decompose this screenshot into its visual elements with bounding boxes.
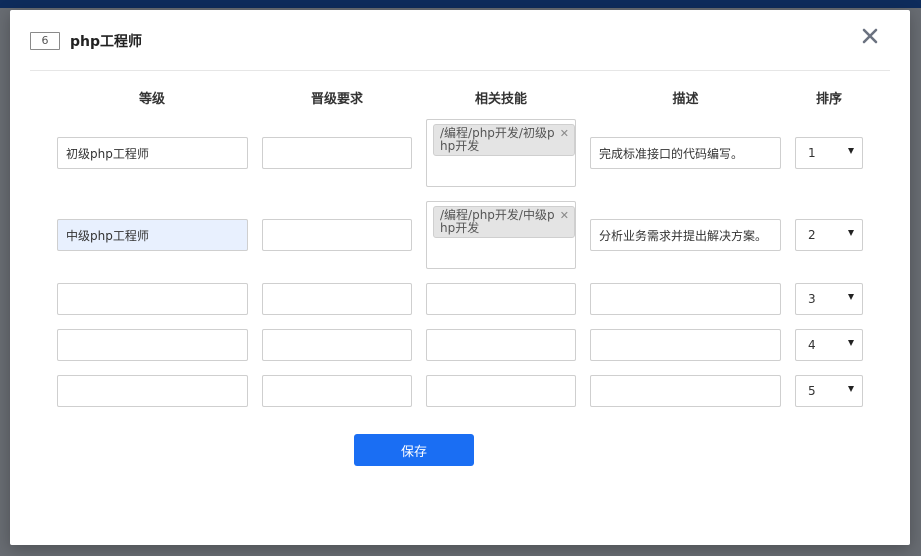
description-input[interactable] xyxy=(590,375,781,407)
header-description: 描述 xyxy=(672,92,699,107)
tag-remove-icon[interactable]: ✕ xyxy=(560,127,569,140)
level-input[interactable] xyxy=(57,329,248,361)
description-input[interactable] xyxy=(590,329,781,361)
skill-tag-label: /编程/php开发/中级php开发 xyxy=(440,208,555,235)
requirement-input[interactable] xyxy=(262,329,412,361)
order-select[interactable]: 4 xyxy=(795,329,863,361)
order-select[interactable]: 1 xyxy=(795,137,863,169)
order-select-value: 2 xyxy=(808,228,816,242)
description-input[interactable] xyxy=(590,283,781,315)
close-button[interactable] xyxy=(858,24,882,48)
order-select-value: 1 xyxy=(808,146,816,160)
order-select-value: 5 xyxy=(808,384,816,398)
skill-tag: /编程/php开发/中级php开发 ✕ xyxy=(433,206,575,238)
order-select-value: 4 xyxy=(808,338,816,352)
header-skills: 相关技能 xyxy=(474,92,527,107)
order-select[interactable]: 5 xyxy=(795,375,863,407)
order-select-value: 3 xyxy=(808,292,816,306)
header-divider xyxy=(30,70,890,71)
modal-header: 6 php工程师 xyxy=(30,30,142,52)
header-level: 等级 xyxy=(138,92,165,107)
level-input[interactable] xyxy=(57,283,248,315)
level-input[interactable]: 中级php工程师 xyxy=(57,219,248,251)
skills-tag-input[interactable] xyxy=(426,283,576,315)
chevron-down-icon xyxy=(848,230,854,236)
skill-tag: /编程/php开发/初级php开发 ✕ xyxy=(433,124,575,156)
skills-tag-input[interactable] xyxy=(426,375,576,407)
header-requirement: 晋级要求 xyxy=(310,92,363,107)
modal-id-badge: 6 xyxy=(30,32,60,50)
skill-tag-label: /编程/php开发/初级php开发 xyxy=(440,126,555,153)
tag-remove-icon[interactable]: ✕ xyxy=(560,209,569,222)
requirement-input[interactable] xyxy=(262,137,412,169)
requirement-input[interactable] xyxy=(262,283,412,315)
level-input[interactable] xyxy=(57,375,248,407)
skills-tag-input[interactable]: /编程/php开发/初级php开发 ✕ xyxy=(426,119,576,187)
chevron-down-icon xyxy=(848,294,854,300)
skills-tag-input[interactable] xyxy=(426,329,576,361)
chevron-down-icon xyxy=(848,340,854,346)
chevron-down-icon xyxy=(848,386,854,392)
order-select[interactable]: 3 xyxy=(795,283,863,315)
chevron-down-icon xyxy=(848,148,854,154)
requirement-input[interactable] xyxy=(262,219,412,251)
header-order: 排序 xyxy=(815,92,842,107)
level-input[interactable]: 初级php工程师 xyxy=(57,137,248,169)
close-icon xyxy=(862,28,878,44)
requirement-input[interactable] xyxy=(262,375,412,407)
description-input[interactable]: 完成标准接口的代码编写。 xyxy=(590,137,781,169)
save-button[interactable]: 保存 xyxy=(354,434,474,466)
modal-title: php工程师 xyxy=(70,34,143,50)
order-select[interactable]: 2 xyxy=(795,219,863,251)
description-input[interactable]: 分析业务需求并提出解决方案。 xyxy=(590,219,781,251)
skills-tag-input[interactable]: /编程/php开发/中级php开发 ✕ xyxy=(426,201,576,269)
edit-position-modal: 6 php工程师 等级 晋级要求 相关技能 描述 排序 初级php工程师 /编程… xyxy=(10,10,910,545)
